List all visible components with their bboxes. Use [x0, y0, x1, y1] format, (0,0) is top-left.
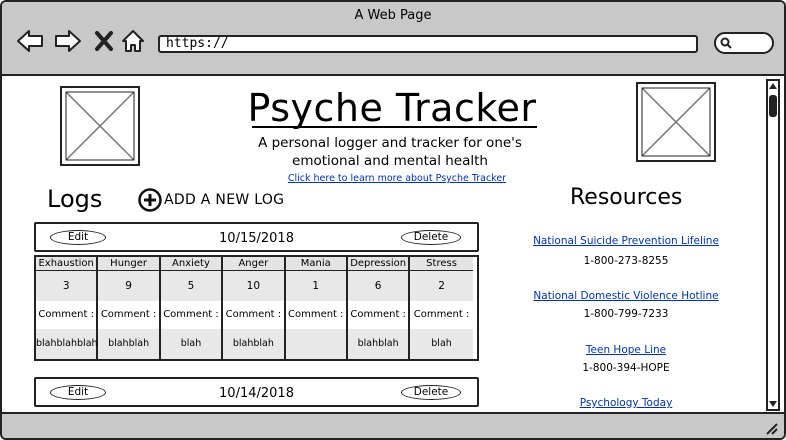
vertical-scrollbar[interactable]: [766, 79, 780, 411]
address-bar[interactable]: https://: [158, 35, 698, 53]
comment-label: Comment :: [285, 301, 346, 329]
column-header: Depression: [347, 257, 409, 271]
log-column-hunger: Hunger 9 Comment : blahblah: [98, 257, 161, 359]
rating-value: 2: [410, 271, 473, 301]
resize-grip-icon[interactable]: [764, 421, 778, 435]
comment-text: blahblah: [347, 329, 409, 359]
status-bar: [2, 412, 784, 438]
image-placeholder-right: [636, 82, 716, 162]
log-column-exhaustion: Exhaustion 3 Comment : blahblahblah: [36, 257, 99, 359]
comment-label: Comment :: [347, 301, 409, 329]
log-card: Edit 10/15/2018 Delete Exhaustion 3 Comm…: [34, 222, 479, 361]
log-column-stress: Stress 2 Comment : blah: [410, 257, 473, 359]
column-header: Stress: [410, 257, 473, 271]
delete-log-button[interactable]: Delete: [401, 385, 461, 400]
resource-phone-teen-hope-line: 1-800-394-HOPE: [582, 362, 670, 374]
page-title: Psyche Tracker: [247, 86, 537, 130]
page-content: Psyche Tracker A personal logger and tra…: [2, 78, 762, 412]
add-new-log-button[interactable]: ADD A NEW LOG: [138, 188, 284, 212]
home-icon[interactable]: [120, 28, 146, 54]
rating-value: 6: [347, 271, 409, 301]
window-title: A Web Page: [354, 8, 432, 23]
page-subtitle: A personal logger and tracker for one's …: [252, 134, 528, 170]
column-header: Anger: [223, 257, 284, 271]
column-header: Anxiety: [160, 257, 222, 271]
comment-label: Comment :: [160, 301, 222, 329]
title-underline: [252, 126, 537, 128]
learn-more-link[interactable]: Click here to learn more about Psyche Tr…: [252, 173, 542, 184]
comment-text: blahblahblah: [36, 329, 98, 359]
image-placeholder-left: [60, 86, 140, 166]
browser-window: A Web Page https:// Psyche Tracker A per…: [0, 0, 786, 440]
comment-label: Comment :: [98, 301, 159, 329]
scroll-up-arrow-icon[interactable]: [768, 81, 778, 91]
log-column-anger: Anger 10 Comment : blahblah: [223, 257, 286, 359]
rating-value: 10: [223, 271, 284, 301]
comment-text: blah: [160, 329, 222, 359]
log-card-header: Edit 10/15/2018 Delete: [34, 222, 479, 252]
resources-heading: Resources: [570, 185, 683, 210]
rating-value: 1: [285, 271, 346, 301]
resource-link-suicide-lifeline[interactable]: National Suicide Prevention Lifeline: [506, 235, 746, 247]
log-column-mania: Mania 1 Comment :: [285, 257, 348, 359]
resource-link-teen-hope-line[interactable]: Teen Hope Line: [506, 344, 746, 356]
comment-label: Comment :: [36, 301, 97, 329]
log-table: Exhaustion 3 Comment : blahblahblah Hung…: [34, 255, 479, 361]
comment-text: blahblah: [98, 329, 159, 359]
search-icon: [720, 37, 732, 49]
column-header: Exhaustion: [36, 257, 97, 271]
forward-arrow-icon[interactable]: [54, 28, 82, 54]
scroll-down-arrow-icon[interactable]: [768, 399, 778, 409]
delete-log-button[interactable]: Delete: [401, 230, 461, 245]
log-column-anxiety: Anxiety 5 Comment : blah: [160, 257, 224, 359]
column-header: Hunger: [98, 257, 159, 271]
comment-text: blah: [410, 329, 473, 359]
rating-value: 9: [98, 271, 159, 301]
back-arrow-icon[interactable]: [16, 28, 44, 54]
resource-phone-domestic-violence: 1-800-799-7233: [583, 308, 669, 320]
subtitle-line-2: emotional and mental health: [292, 153, 488, 169]
stop-x-icon[interactable]: [94, 28, 114, 54]
plus-circle-icon: [138, 188, 162, 212]
logs-heading: Logs: [47, 185, 103, 213]
add-new-log-label: ADD A NEW LOG: [164, 192, 285, 208]
comment-text: [285, 329, 346, 359]
comment-label: Comment :: [223, 301, 284, 329]
rating-value: 5: [160, 271, 222, 301]
resource-phone-suicide-lifeline: 1-800-273-8255: [583, 255, 669, 267]
log-card: Edit 10/14/2018 Delete: [34, 377, 479, 407]
comment-text: blahblah: [223, 329, 284, 359]
scrollbar-thumb[interactable]: [769, 95, 777, 117]
browser-search-box[interactable]: [714, 32, 774, 54]
comment-label: Comment :: [410, 301, 473, 329]
log-card-header: Edit 10/14/2018 Delete: [34, 377, 479, 407]
rating-value: 3: [36, 271, 97, 301]
resource-link-psychology-today[interactable]: Psychology Today: [506, 397, 746, 409]
browser-toolbar: A Web Page https://: [2, 2, 784, 76]
subtitle-line-1: A personal logger and tracker for one's: [258, 135, 522, 151]
resource-link-domestic-violence[interactable]: National Domestic Violence Hotline: [506, 290, 746, 302]
log-column-depression: Depression 6 Comment : blahblah: [347, 257, 411, 359]
column-header: Mania: [285, 257, 346, 271]
